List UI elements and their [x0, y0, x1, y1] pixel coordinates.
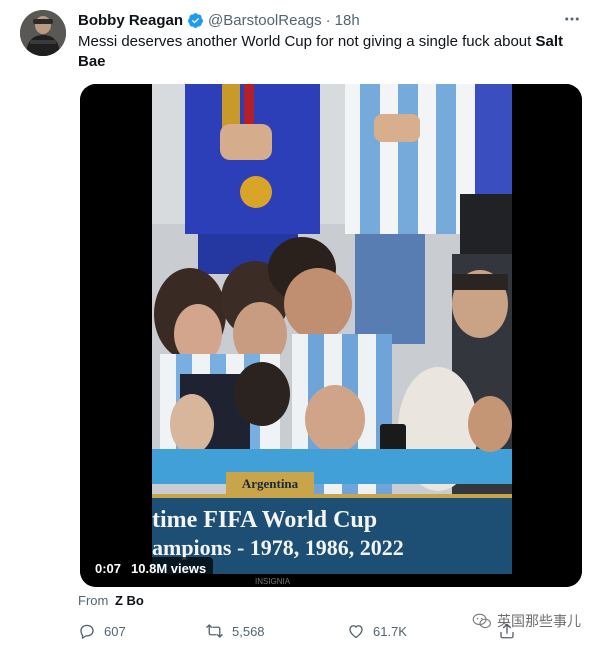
retweet-icon: [206, 624, 223, 638]
like-button[interactable]: 61.7K: [347, 620, 407, 642]
video-player[interactable]: Argentina time FIFA World Cup ampions - …: [80, 84, 582, 587]
broadcast-label: INSIGNIA: [255, 577, 291, 586]
video-views: 10.8M views: [131, 560, 207, 576]
tweet-text: Messi deserves another World Cup for not…: [78, 32, 578, 72]
source-prefix: From: [78, 593, 109, 608]
tweet[interactable]: Bobby Reagan @BarstoolReags · 18h Messi …: [0, 0, 601, 648]
watermark-text: 英国那些事儿: [497, 613, 581, 629]
avatar[interactable]: [20, 10, 66, 56]
reply-button[interactable]: 607: [78, 620, 126, 642]
reply-icon: [80, 624, 94, 639]
timestamp[interactable]: 18h: [335, 12, 360, 29]
retweet-count: 5,568: [232, 623, 265, 639]
more-button[interactable]: [561, 8, 583, 30]
video-duration: 0:07: [95, 560, 122, 576]
video-info-badge: 0:07 10.8M views: [88, 557, 214, 579]
heart-icon: [349, 625, 363, 639]
handle[interactable]: @BarstoolReags: [208, 12, 322, 29]
wechat-icon: [472, 613, 491, 629]
tweet-text-main: Messi deserves another World Cup for not…: [78, 33, 536, 50]
caption-line-1: time FIFA World Cup: [152, 507, 377, 533]
retweet-button[interactable]: 5,568: [205, 620, 265, 642]
display-name[interactable]: Bobby Reagan: [78, 12, 183, 29]
verified-badge-icon: [187, 12, 204, 29]
separator-dot: ·: [325, 11, 331, 29]
like-count: 61.7K: [373, 623, 407, 639]
tweet-header: Bobby Reagan @BarstoolReags · 18h: [78, 10, 360, 30]
source-name[interactable]: Z Bo: [115, 593, 144, 608]
reply-count: 607: [104, 623, 126, 639]
more-icon: [565, 17, 579, 21]
video-frame: Argentina time FIFA World Cup ampions - …: [80, 84, 582, 587]
caption-tag: Argentina: [242, 476, 299, 491]
avatar-image: [20, 10, 66, 56]
source-attribution: From Z Bo: [78, 593, 144, 608]
watermark: 英国那些事儿: [472, 611, 581, 631]
